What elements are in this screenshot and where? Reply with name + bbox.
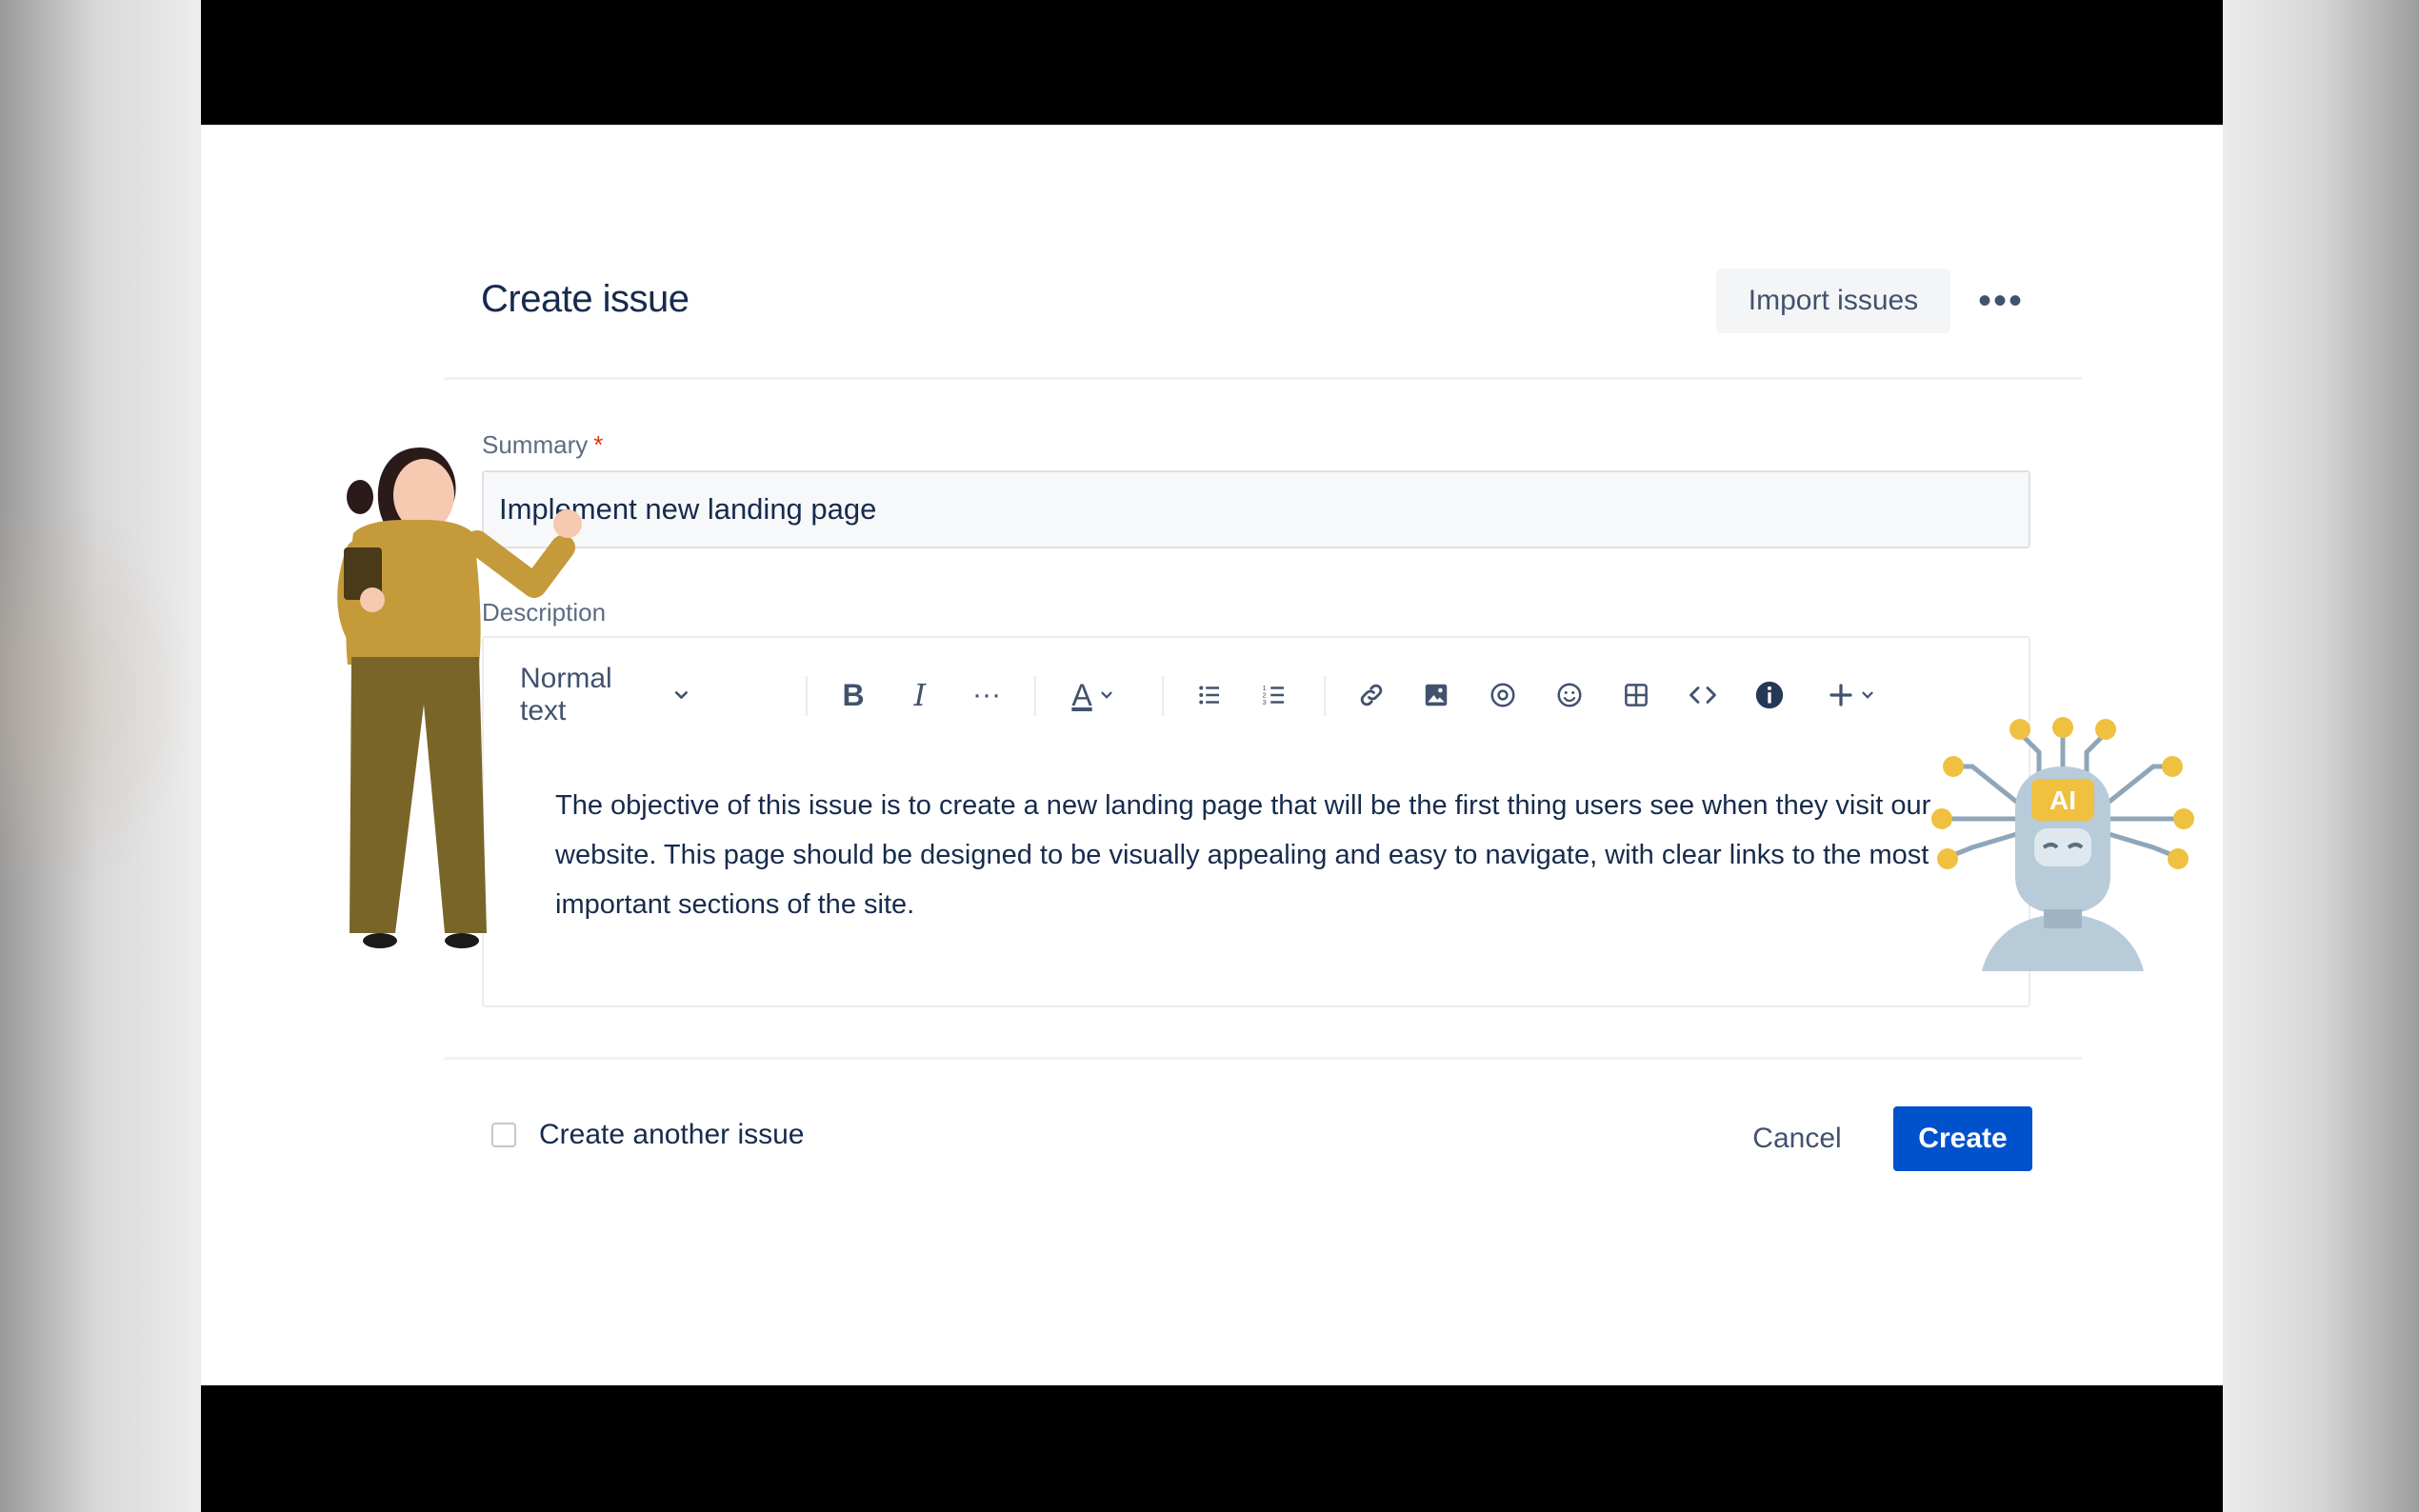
info-icon [1755, 681, 1784, 709]
table-button[interactable] [1609, 666, 1663, 724]
mention-icon [1490, 683, 1515, 707]
cancel-button[interactable]: Cancel [1730, 1107, 1864, 1170]
emoji-icon [1557, 683, 1582, 707]
bullet-list-icon [1199, 686, 1219, 705]
code-button[interactable] [1676, 666, 1729, 724]
bold-icon: B [842, 677, 865, 712]
text-color-icon: A [1071, 677, 1092, 712]
toolbar-separator [1034, 676, 1036, 716]
bullet-list-button[interactable] [1183, 666, 1236, 724]
description-editor[interactable]: Normal text B I ··· A 123 The objective … [482, 636, 2030, 1007]
header-divider [444, 377, 2082, 380]
video-frame: Create issue Import issues ••• Summary * … [201, 0, 2223, 1512]
letterbox-bottom [201, 1385, 2223, 1512]
toolbar-separator [1162, 676, 1164, 716]
chevron-down-icon [1101, 691, 1112, 699]
chevron-down-icon [1862, 691, 1873, 699]
ai-robot-illustration: AI [1931, 717, 2194, 971]
footer-divider [444, 1057, 2082, 1060]
ai-badge-text: AI [2049, 786, 2076, 815]
toolbar-separator [1324, 676, 1326, 716]
background-blur [0, 495, 200, 895]
insert-icon [1829, 684, 1852, 706]
table-icon [1625, 684, 1648, 706]
bold-button[interactable]: B [827, 666, 880, 724]
create-another-label: Create another issue [539, 1119, 805, 1150]
svg-text:3: 3 [1263, 698, 1267, 706]
summary-input[interactable] [482, 470, 2030, 548]
toolbar-separator [806, 676, 808, 716]
insert-menu-button[interactable] [1815, 666, 1888, 724]
text-color-button[interactable]: A [1055, 666, 1131, 724]
create-another-toggle[interactable]: Create another issue [491, 1119, 805, 1151]
woman-illustration [337, 448, 582, 948]
italic-icon: I [913, 677, 927, 713]
editor-toolbar: Normal text B I ··· A 123 [484, 663, 2029, 726]
more-formatting-icon: ··· [972, 679, 1001, 710]
more-actions-button[interactable]: ••• [1970, 269, 2031, 333]
numbered-list-icon: 123 [1263, 684, 1284, 706]
mention-button[interactable] [1476, 666, 1529, 724]
emoji-button[interactable] [1543, 666, 1596, 724]
image-button[interactable] [1409, 666, 1463, 724]
more-formatting-button[interactable]: ··· [960, 666, 1013, 724]
code-icon [1689, 686, 1716, 704]
info-panel-button[interactable] [1743, 666, 1796, 724]
import-issues-button[interactable]: Import issues [1716, 269, 1950, 333]
image-icon [1425, 684, 1448, 706]
link-icon [1360, 684, 1383, 706]
create-another-checkbox[interactable] [491, 1123, 516, 1147]
letterbox-top [201, 0, 2223, 125]
italic-button[interactable]: I [893, 666, 947, 724]
link-button[interactable] [1345, 666, 1398, 724]
description-content[interactable]: The objective of this issue is to create… [555, 781, 1946, 929]
create-button[interactable]: Create [1893, 1106, 2032, 1171]
numbered-list-button[interactable]: 123 [1248, 666, 1301, 724]
dialog-title: Create issue [481, 278, 690, 320]
